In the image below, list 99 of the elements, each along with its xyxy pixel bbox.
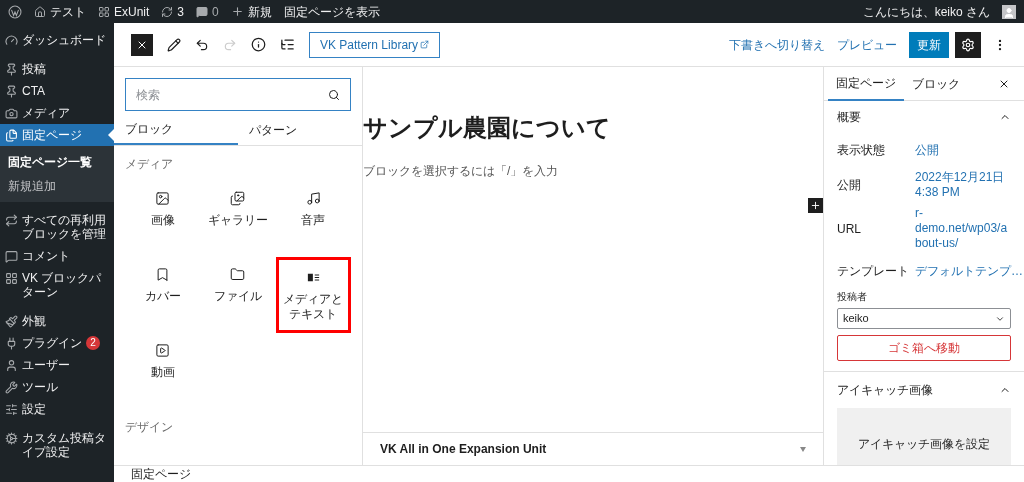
update-button[interactable]: 更新 <box>909 31 949 58</box>
gallery-icon <box>230 191 246 206</box>
undo-icon[interactable] <box>195 37 209 52</box>
menu-item[interactable]: コメント <box>0 245 114 267</box>
tab[interactable]: パターン <box>238 115 362 145</box>
new-link[interactable]: 新規 <box>247 2 272 21</box>
settings-icon <box>961 37 975 52</box>
list-view-icon[interactable] <box>280 37 295 52</box>
menu-item[interactable]: ユーザー <box>0 354 114 376</box>
plug-icon <box>5 337 18 350</box>
panel-header[interactable]: 概要 <box>837 101 1011 133</box>
repeat-icon <box>5 214 18 227</box>
block-item[interactable]: ファイル <box>200 257 276 333</box>
gear-icon <box>5 432 18 445</box>
author-select[interactable]: keiko <box>837 308 1011 329</box>
info-icon[interactable] <box>251 37 266 52</box>
field-label: 表示状態 <box>837 142 886 159</box>
tab[interactable]: ブロック <box>904 67 968 101</box>
comment-icon[interactable] <box>196 5 209 18</box>
greeting[interactable]: こんにちは、keiko さん <box>862 2 990 21</box>
view-page-link[interactable]: 固定ページを表示 <box>283 2 380 21</box>
grid-icon[interactable] <box>98 5 110 18</box>
home-icon[interactable] <box>34 5 46 18</box>
meta-box-header[interactable]: VK All in One Expansion Unit <box>363 432 823 465</box>
preview-link[interactable]: プレビュー <box>837 35 897 54</box>
external-link-icon <box>420 40 430 49</box>
wordpress-logo[interactable] <box>8 4 22 19</box>
triangle-icon <box>800 446 806 452</box>
play-icon <box>155 343 171 358</box>
search-icon <box>328 89 340 101</box>
pages-icon <box>5 129 18 142</box>
submenu-item[interactable]: 新規追加 <box>0 174 114 198</box>
block-item[interactable]: カバー <box>125 257 201 333</box>
avatar-icon[interactable] <box>1002 4 1016 19</box>
menu-item[interactable]: メディア <box>0 102 114 124</box>
camera-icon <box>5 107 18 120</box>
block-item[interactable]: ギャラリー <box>200 181 276 257</box>
menu-item[interactable]: VK ブロックパターン <box>0 267 114 303</box>
field-value-link[interactable]: 2022年12月21日 4:38 PM <box>915 170 1011 200</box>
block-item[interactable]: 画像 <box>125 181 201 257</box>
menu-item[interactable]: CTA <box>0 80 114 102</box>
menu-item[interactable]: 外観 <box>0 310 114 332</box>
plus-icon[interactable] <box>230 5 244 18</box>
grid-icon <box>5 272 18 285</box>
set-featured-image-button[interactable]: アイキャッチ画像を設定 <box>837 408 1011 465</box>
image-icon <box>155 191 171 206</box>
menu-item[interactable]: カスタム投稿タイプ設定 <box>0 427 114 463</box>
comment-icon <box>5 250 18 263</box>
sliders-icon <box>5 403 18 416</box>
pencil-icon[interactable] <box>167 37 181 52</box>
updates-icon[interactable] <box>161 5 174 18</box>
pin-icon <box>5 63 18 76</box>
gauge-icon <box>5 34 18 47</box>
tab[interactable]: ブロック <box>114 115 238 145</box>
plus-icon <box>810 200 821 211</box>
updates-count[interactable]: 3 <box>177 2 185 21</box>
count-badge: 2 <box>86 336 100 350</box>
field-label: 公開 <box>837 177 862 194</box>
add-block-button[interactable] <box>808 198 823 213</box>
field-value-link[interactable]: デフォルトテンプ… <box>915 263 1023 279</box>
site-link[interactable]: テスト <box>50 2 86 21</box>
trash-button[interactable]: ゴミ箱へ移動 <box>837 335 1011 361</box>
field-value-link[interactable]: 公開 <box>915 142 1011 158</box>
switch-to-draft-link[interactable]: 下書きへ切り替え <box>729 35 825 54</box>
tab[interactable]: 固定ページ <box>828 67 904 101</box>
page-title[interactable]: サンプル農園について <box>363 114 823 142</box>
settings-button[interactable] <box>955 31 981 58</box>
comments-count[interactable]: 0 <box>212 2 219 21</box>
search-field[interactable]: 検索 <box>125 78 351 111</box>
category-heading: デザイン <box>125 420 174 434</box>
menu-item[interactable]: すべての再利用ブロックを管理 <box>0 209 114 245</box>
category-heading: メディア <box>125 157 174 171</box>
author-label: 投稿者 <box>837 290 868 304</box>
menu-item[interactable]: 投稿 <box>0 58 114 80</box>
plugin-link[interactable]: ExUnit <box>114 2 150 21</box>
field-label: URL <box>837 220 862 238</box>
menu-item[interactable]: プラグイン 2 <box>0 332 114 354</box>
user-icon <box>5 359 18 372</box>
block-item[interactable]: 動画 <box>125 333 201 409</box>
menu-item[interactable]: 設定 <box>0 398 114 420</box>
block-item[interactable]: メディアとテキスト <box>275 257 351 333</box>
paintbrush-icon <box>5 315 18 328</box>
panel-header[interactable]: アイキャッチ画像 <box>837 372 1011 408</box>
menu-item[interactable]: ダッシュボード <box>0 29 114 51</box>
close-button[interactable] <box>131 33 153 56</box>
menu-item[interactable]: 固定ページ <box>0 124 114 146</box>
wrench-icon <box>5 381 18 394</box>
folder-icon <box>230 267 246 282</box>
music-note-icon <box>305 191 321 206</box>
menu-item[interactable]: ツール <box>0 376 114 398</box>
block-item[interactable]: 音声 <box>275 181 351 257</box>
field-value-link[interactable]: r-demo.net/wp03/about-us/ <box>915 206 1011 251</box>
field-label: テンプレート <box>837 263 910 280</box>
block-placeholder[interactable]: ブロックを選択するには「/」を入力 <box>363 162 823 180</box>
breadcrumb[interactable]: 固定ページ <box>131 466 191 482</box>
submenu-item[interactable]: 固定ページ一覧 <box>0 150 114 174</box>
pin-icon <box>5 85 18 98</box>
bookmark-icon <box>155 267 171 282</box>
pattern-library-button[interactable]: VK Pattern Library <box>309 31 441 58</box>
